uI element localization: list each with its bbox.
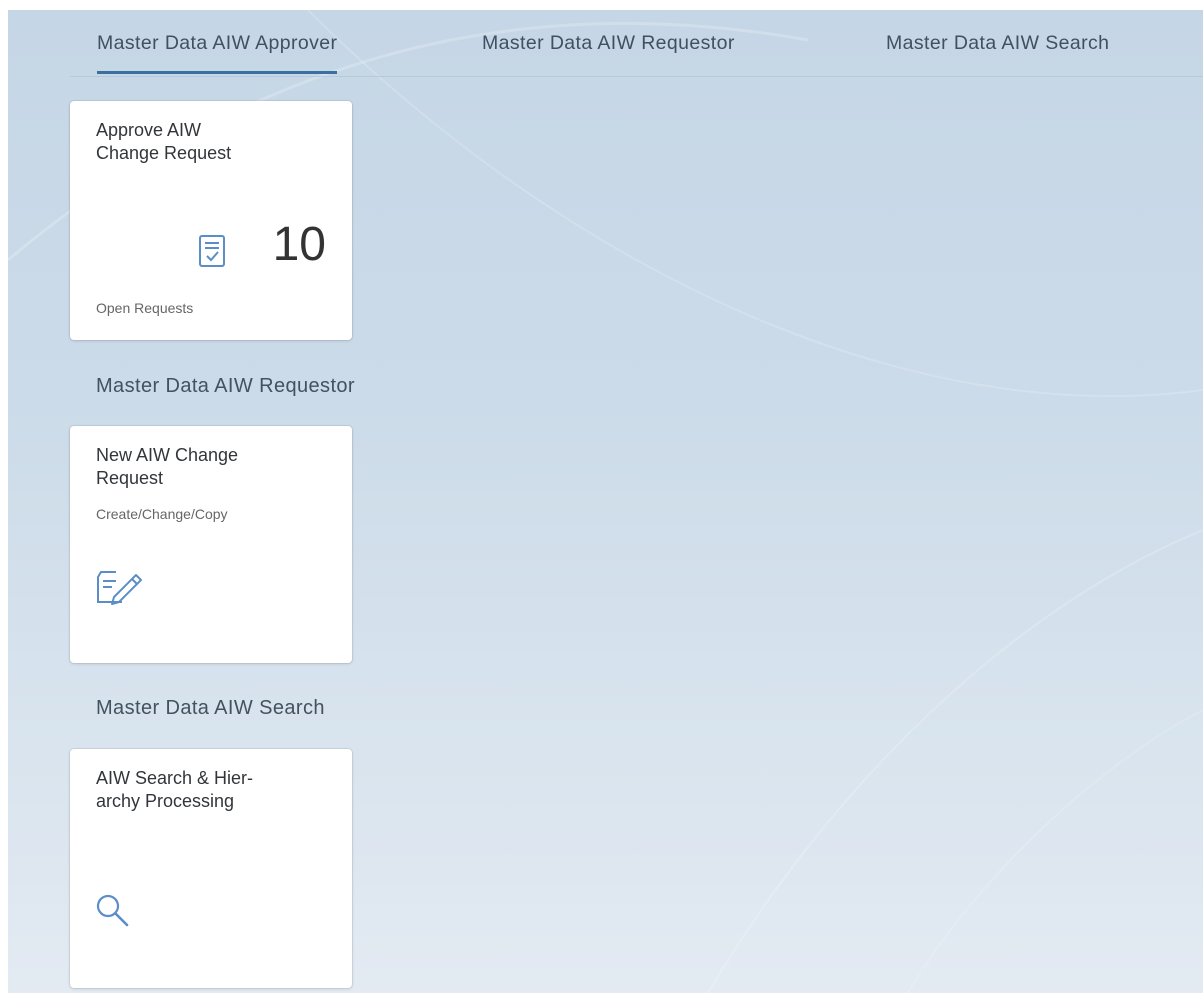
tab-master-data-aiw-requestor[interactable]: Master Data AIW Requestor [482, 32, 735, 55]
tile-title: AIW Search & Hier- archy Processing [96, 768, 254, 811]
tile-approve-aiw-change-request[interactable]: Approve AIW Change Request 10 Open Reque… [70, 101, 352, 340]
group-title-search: Master Data AIW Search [96, 697, 325, 719]
edit-document-icon [97, 571, 142, 605]
tile-new-aiw-change-request[interactable]: New AIW Change Request Create/Change/Cop… [70, 426, 352, 663]
anchor-navigation-bar: Master Data AIW Approver Master Data AIW… [70, 10, 1203, 77]
search-icon [96, 894, 129, 927]
group-title-requestor: Master Data AIW Requestor [96, 375, 355, 397]
tab-master-data-aiw-search[interactable]: Master Data AIW Search [886, 32, 1109, 55]
tab-master-data-aiw-approver[interactable]: Master Data AIW Approver [97, 32, 338, 74]
tile-title: Approve AIW Change Request [96, 120, 232, 163]
tile-subtitle: Create/Change/Copy [96, 506, 228, 522]
tile-title: New AIW Change Request [96, 445, 239, 488]
open-requests-count: 10 [272, 218, 326, 271]
approval-document-icon [199, 235, 225, 267]
tile-aiw-search-hierarchy-processing[interactable]: AIW Search & Hier- archy Processing [70, 749, 352, 988]
tile-footer: Open Requests [96, 300, 194, 316]
